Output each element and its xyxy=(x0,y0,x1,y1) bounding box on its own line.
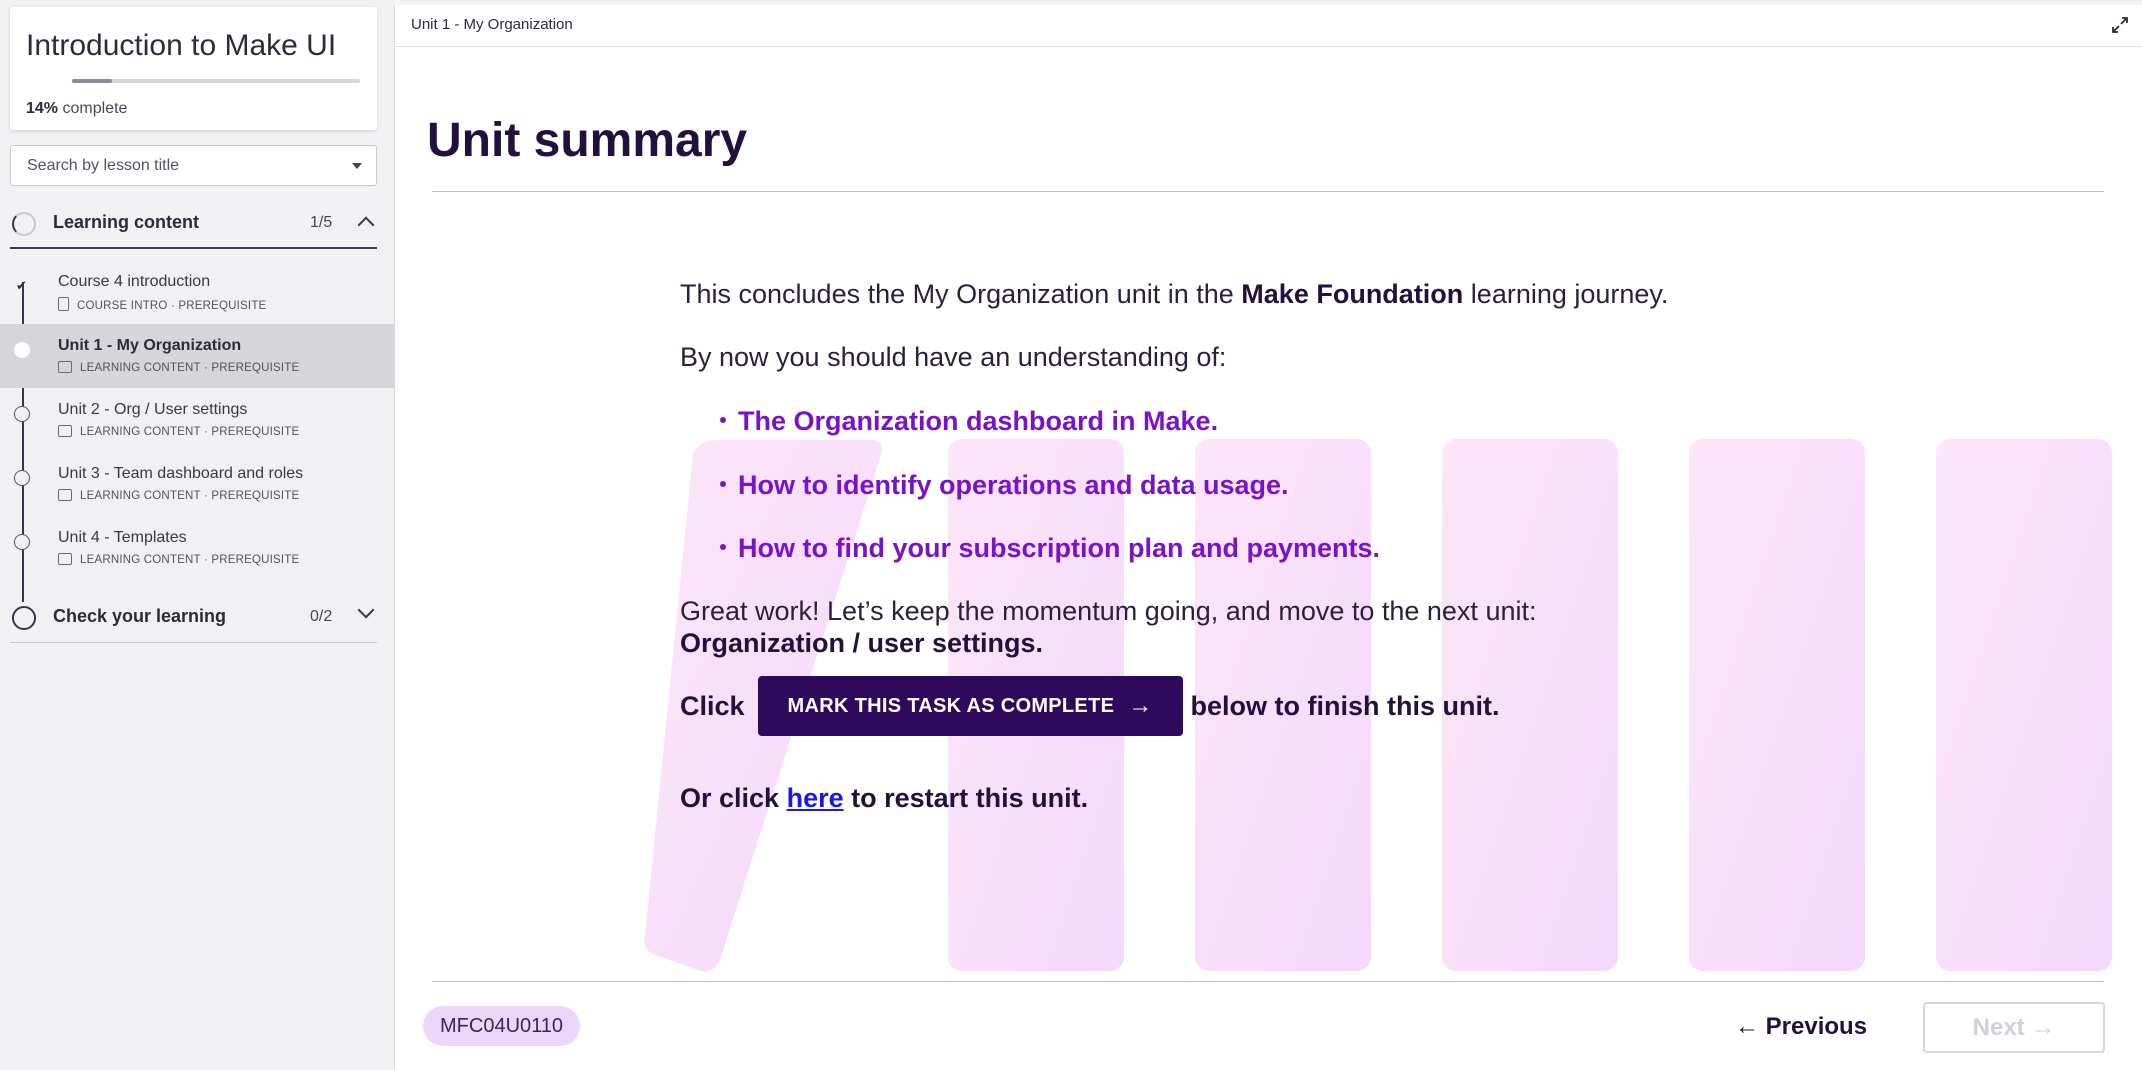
course-progress-bar xyxy=(72,79,360,83)
click-text-end: below to finish this unit. xyxy=(1190,690,1500,721)
restart-line: Or click here to restart this unit. xyxy=(680,783,1088,814)
lesson-meta-text: LEARNING CONTENT · PREREQUISITE xyxy=(80,362,300,374)
intro-bold: Make Foundation xyxy=(1241,279,1464,309)
lesson-item-active[interactable]: Unit 1 - My Organization LEARNING CONTEN… xyxy=(0,324,394,388)
course-progress-text: 14% complete xyxy=(26,100,127,118)
course-title: Introduction to Make UI xyxy=(26,29,337,62)
lesson-search-select[interactable]: Search by lesson title xyxy=(10,145,377,186)
understanding-paragraph: By now you should have an understanding … xyxy=(680,342,1227,372)
lesson-search-placeholder: Search by lesson title xyxy=(27,157,180,174)
intro-paragraph: This concludes the My Organization unit … xyxy=(680,279,1668,310)
slides-icon xyxy=(58,361,72,373)
section-count: 1/5 xyxy=(310,214,333,231)
bullet-dot xyxy=(720,544,726,550)
lesson-meta-text: LEARNING CONTENT · PREREQUISITE xyxy=(80,490,300,502)
lesson-meta-text: LEARNING CONTENT · PREREQUISITE xyxy=(80,554,300,566)
great-work-paragraph: Great work! Let’s keep the momentum goin… xyxy=(680,596,1537,626)
lesson-code-badge: MFC04U0110 xyxy=(423,1006,581,1046)
lesson-title: Course 4 introduction xyxy=(58,273,211,290)
lesson-meta: LEARNING CONTENT · PREREQUISITE xyxy=(58,553,299,566)
mark-complete-button[interactable]: MARK THIS TASK AS COMPLETE → xyxy=(757,676,1183,736)
check-icon: ✔ xyxy=(16,278,27,293)
lesson-main: Unit 1 - My Organization Unit summary Th… xyxy=(394,5,2142,1070)
previous-label: Previous xyxy=(1765,1013,1868,1040)
arrow-right-icon: → xyxy=(2024,1014,2056,1041)
bullet-text: How to find your subscription plan and p… xyxy=(738,533,1381,563)
mark-complete-line: Click MARK THIS TASK AS COMPLETE → below… xyxy=(680,675,1500,737)
lesson-status-dot xyxy=(14,534,30,550)
bullet-dot xyxy=(720,481,726,487)
progress-ring-icon xyxy=(12,606,36,630)
caret-down-icon xyxy=(352,163,362,169)
next-label: Next xyxy=(1972,1014,2025,1041)
section-count: 0/2 xyxy=(310,608,333,625)
previous-button[interactable]: ← Previous xyxy=(1735,1007,1867,1047)
arrow-right-icon: → xyxy=(1128,692,1153,719)
lesson-meta: LEARNING CONTENT · PREREQUISITE xyxy=(58,361,299,374)
lesson-title: Unit 3 - Team dashboard and roles xyxy=(58,465,304,482)
next-unit-name: Organization / user settings. xyxy=(680,628,1043,659)
bullet-dot xyxy=(720,417,726,423)
document-icon xyxy=(58,297,69,311)
progress-ring-icon xyxy=(12,212,36,236)
page-title: Unit summary xyxy=(427,114,748,167)
section-label: Check your learning xyxy=(53,606,227,626)
lesson-meta: LEARNING CONTENT · PREREQUISITE xyxy=(58,425,299,438)
slides-icon xyxy=(58,425,72,437)
section-learning-content[interactable]: Learning content 1/5 xyxy=(10,197,377,249)
intro-text-end: learning journey. xyxy=(1463,279,1669,309)
chevron-down-icon[interactable] xyxy=(357,601,375,619)
progress-value: 14% xyxy=(26,100,59,117)
sidebar: Introduction to Make UI 14% complete Sea… xyxy=(0,0,394,1070)
course-progress-fill xyxy=(72,79,113,83)
arrow-left-icon: ← xyxy=(1735,1013,1766,1040)
lesson-meta: LEARNING CONTENT · PREREQUISITE xyxy=(58,489,299,502)
progress-suffix: complete xyxy=(62,100,128,117)
lesson-item[interactable]: Unit 2 - Org / User settings LEARNING CO… xyxy=(0,388,394,452)
chevron-up-icon[interactable] xyxy=(357,216,375,234)
divider xyxy=(432,981,2104,982)
click-text: Click xyxy=(680,690,745,721)
bullet-text: The Organization dashboard in Make. xyxy=(738,406,1219,436)
lesson-meta: COURSE INTRO · PREREQUISITE xyxy=(58,297,266,312)
lesson-title: Unit 1 - My Organization xyxy=(58,337,242,354)
next-button[interactable]: Next → xyxy=(1923,1002,2105,1053)
restart-link[interactable]: here xyxy=(787,783,844,813)
lesson-item[interactable]: Unit 4 - Templates LEARNING CONTENT · PR… xyxy=(0,516,394,580)
lesson-status-dot xyxy=(14,342,30,358)
lesson-meta-text: LEARNING CONTENT · PREREQUISITE xyxy=(80,426,300,438)
restart-text: Or click xyxy=(680,783,787,813)
course-card: Introduction to Make UI 14% complete xyxy=(10,7,377,130)
lesson-item[interactable]: ✔ Course 4 introduction COURSE INTRO · P… xyxy=(0,260,394,324)
bullet-text: How to identify operations and data usag… xyxy=(738,470,1289,500)
lesson-title: Unit 2 - Org / User settings xyxy=(58,401,248,418)
mark-complete-label: MARK THIS TASK AS COMPLETE xyxy=(787,694,1115,717)
divider xyxy=(432,191,2104,192)
lesson-item[interactable]: Unit 3 - Team dashboard and roles LEARNI… xyxy=(0,452,394,516)
bullet-item: The Organization dashboard in Make. xyxy=(720,406,1218,437)
lesson-topbar: Unit 1 - My Organization xyxy=(395,5,2142,47)
section-label: Learning content xyxy=(53,212,200,232)
slides-icon xyxy=(58,553,72,565)
lesson-title: Unit 4 - Templates xyxy=(58,529,187,546)
expand-icon[interactable] xyxy=(2111,16,2129,34)
lesson-status-dot xyxy=(14,406,30,422)
slides-icon xyxy=(58,489,72,501)
lesson-meta-text: COURSE INTRO · PREREQUISITE xyxy=(77,300,267,312)
bullet-item: How to identify operations and data usag… xyxy=(720,470,1289,501)
bullet-item: How to find your subscription plan and p… xyxy=(720,533,1380,564)
section-check-your-learning[interactable]: Check your learning 0/2 xyxy=(10,591,377,643)
next-unit-bold: Organization / user settings. xyxy=(680,628,1044,658)
lesson-status-dot xyxy=(14,470,30,486)
restart-text-end: to restart this unit. xyxy=(843,783,1089,813)
intro-text: This concludes the My Organization unit … xyxy=(680,279,1242,309)
breadcrumb: Unit 1 - My Organization xyxy=(411,16,573,33)
